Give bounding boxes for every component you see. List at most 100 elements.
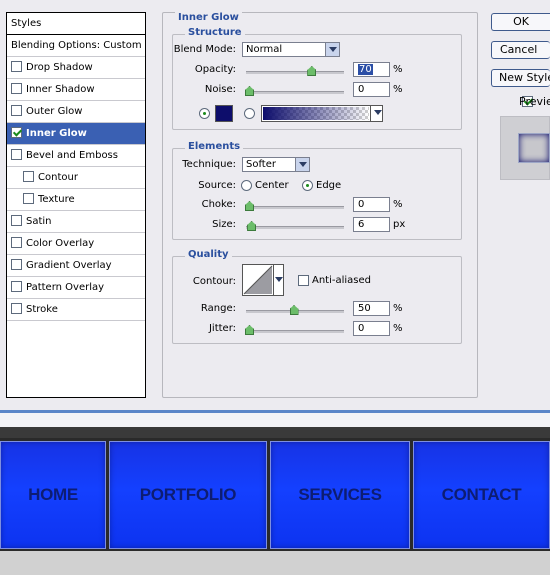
jitter-slider-track[interactable] <box>246 330 344 333</box>
range-label: Range: <box>200 303 236 314</box>
opacity-slider-track[interactable] <box>246 71 344 74</box>
size-input[interactable]: 6 <box>353 217 390 232</box>
style-checkbox[interactable] <box>11 214 22 226</box>
choke-unit: % <box>393 199 403 210</box>
nav-contact[interactable]: CONTACT <box>413 441 550 549</box>
style-checkbox[interactable] <box>11 258 22 270</box>
styles-list-item-label: Gradient Overlay <box>26 260 112 271</box>
blend-mode-value: Normal <box>246 44 283 55</box>
style-checkbox[interactable] <box>23 192 34 204</box>
gradient-preview <box>263 107 369 120</box>
nav-services[interactable]: SERVICES <box>270 441 410 549</box>
style-checkbox[interactable] <box>11 236 22 248</box>
contour-picker[interactable] <box>242 264 284 296</box>
ok-button[interactable]: OK <box>491 13 550 31</box>
styles-list-item-label: Texture <box>38 194 75 205</box>
contour-curve-icon <box>243 265 273 295</box>
source-edge-label: Edge <box>316 180 342 191</box>
styles-list-item-label: Stroke <box>26 304 58 315</box>
style-checkbox[interactable] <box>23 170 34 182</box>
styles-list-item-label: Outer Glow <box>26 106 83 117</box>
divider <box>0 413 550 427</box>
styles-list-item[interactable]: Satin <box>7 211 145 233</box>
jitter-input[interactable]: 0 <box>353 321 390 336</box>
styles-list-item[interactable]: Color Overlay <box>7 233 145 255</box>
opacity-label: Opacity: <box>194 64 236 75</box>
anti-aliased-checkbox[interactable] <box>298 275 309 286</box>
chevron-down-icon <box>273 265 283 295</box>
styles-list-item-label: Inner Shadow <box>26 84 95 95</box>
cancel-button[interactable]: Cancel <box>491 41 550 59</box>
range-input[interactable]: 50 <box>353 301 390 316</box>
gradient-radio[interactable] <box>244 108 255 119</box>
style-checkbox[interactable] <box>11 104 22 116</box>
nav-home[interactable]: HOME <box>0 441 106 549</box>
styles-list-item[interactable]: Blending Options: Custom <box>7 35 145 57</box>
styles-list-item[interactable]: Inner Shadow <box>7 79 145 101</box>
glow-color-swatch[interactable] <box>215 105 233 122</box>
choke-slider-track[interactable] <box>246 206 344 209</box>
new-style-button[interactable]: New Style... <box>491 69 550 87</box>
style-checkbox[interactable] <box>11 60 22 72</box>
size-unit: px <box>393 219 406 230</box>
size-slider-track[interactable] <box>246 226 344 229</box>
jitter-label: Jitter: <box>208 323 236 334</box>
styles-list-item[interactable]: Texture <box>7 189 145 211</box>
preview-swatch <box>518 133 550 163</box>
styles-list-item[interactable]: Outer Glow <box>7 101 145 123</box>
styles-list-item-label: Contour <box>38 172 78 183</box>
jitter-unit: % <box>393 323 403 334</box>
opacity-input[interactable]: 70 <box>353 62 390 77</box>
preview-area <box>500 116 550 180</box>
technique-label: Technique: <box>182 159 236 170</box>
elements-legend: Elements <box>185 141 244 153</box>
styles-list-item[interactable]: Inner Glow <box>7 123 145 145</box>
styles-list-item-label: Drop Shadow <box>26 62 93 73</box>
styles-list-item[interactable]: Drop Shadow <box>7 57 145 79</box>
source-center-label: Center <box>255 180 289 191</box>
technique-select[interactable]: Softer <box>242 157 310 172</box>
footer-strip <box>0 551 550 575</box>
style-checkbox[interactable] <box>11 148 22 160</box>
solid-color-radio[interactable] <box>199 108 210 119</box>
size-label: Size: <box>212 219 236 230</box>
jitter-value: 0 <box>358 323 365 334</box>
blend-mode-label: Blend Mode: <box>173 44 236 55</box>
nav-top-border <box>0 427 550 438</box>
structure-legend: Structure <box>185 27 245 39</box>
opacity-unit: % <box>393 64 403 75</box>
source-label: Source: <box>198 180 236 191</box>
styles-list-item[interactable]: Contour <box>7 167 145 189</box>
styles-list-item-label: Bevel and Emboss <box>26 150 118 161</box>
source-center-radio[interactable] <box>241 180 252 191</box>
technique-value: Softer <box>246 159 276 170</box>
noise-input[interactable]: 0 <box>353 82 390 97</box>
contour-label: Contour: <box>192 276 236 287</box>
size-value: 6 <box>358 219 365 230</box>
style-checkbox[interactable] <box>11 280 22 292</box>
styles-list-item[interactable]: Stroke <box>7 299 145 321</box>
choke-input[interactable]: 0 <box>353 197 390 212</box>
styles-list-item[interactable]: Bevel and Emboss <box>7 145 145 167</box>
styles-list-item[interactable]: Gradient Overlay <box>7 255 145 277</box>
source-edge-radio[interactable] <box>302 180 313 191</box>
gradient-picker[interactable] <box>261 105 383 122</box>
noise-slider-track[interactable] <box>246 91 344 94</box>
nav-portfolio[interactable]: PORTFOLIO <box>109 441 267 549</box>
anti-aliased-label: Anti-aliased <box>312 275 372 286</box>
style-checkbox[interactable] <box>11 302 22 314</box>
styles-list-item-label: Satin <box>26 216 52 227</box>
chevron-down-icon <box>325 43 339 56</box>
range-unit: % <box>393 303 403 314</box>
chevron-down-icon <box>370 106 382 121</box>
blend-mode-select[interactable]: Normal <box>242 42 340 57</box>
styles-header-label: Styles <box>11 18 42 29</box>
style-checkbox[interactable] <box>11 82 22 94</box>
styles-list-item-label: Inner Glow <box>26 128 87 139</box>
quality-legend: Quality <box>185 249 232 261</box>
noise-value: 0 <box>358 84 365 95</box>
choke-label: Choke: <box>201 199 236 210</box>
style-checkbox[interactable] <box>11 126 22 138</box>
styles-list-item[interactable]: Pattern Overlay <box>7 277 145 299</box>
styles-list-header: Styles <box>7 13 145 35</box>
